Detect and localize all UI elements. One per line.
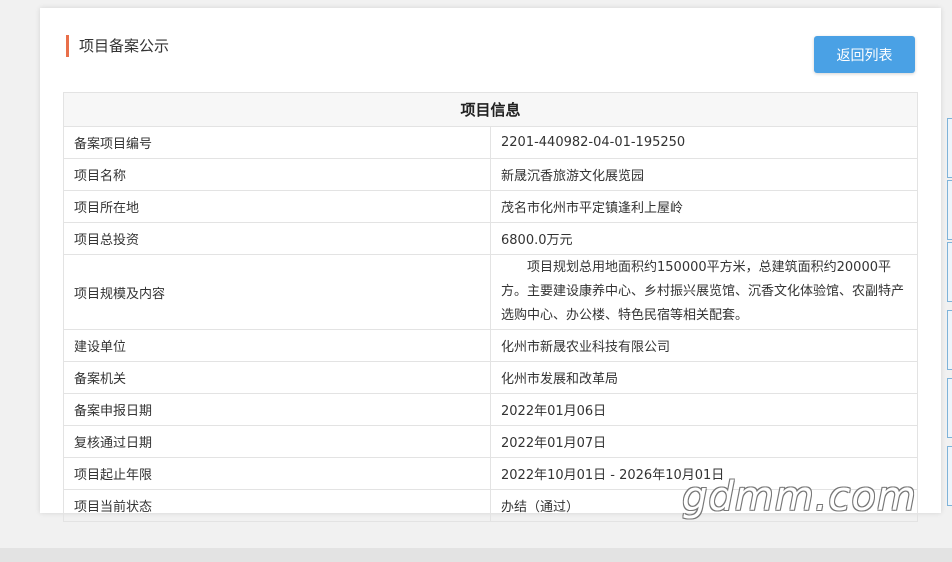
row-value-scope: 项目规划总用地面积约150000平方米，总建筑面积约20000平方。主要建设康养…	[490, 254, 918, 330]
row-value-location: 茂名市化州市平定镇逢利上屋岭	[490, 190, 918, 223]
table-row: 项目所在地 茂名市化州市平定镇逢利上屋岭	[63, 190, 918, 223]
row-label-apply-date: 备案申报日期	[63, 393, 491, 426]
table-row: 项目总投资 6800.0万元	[63, 222, 918, 255]
row-label-filing-number: 备案项目编号	[63, 126, 491, 159]
row-value-filing-number: 2201-440982-04-01-195250	[490, 126, 918, 159]
row-value-builder: 化州市新晟农业科技有限公司	[490, 329, 918, 362]
side-tab[interactable]	[947, 378, 952, 438]
row-label-scope: 项目规模及内容	[63, 254, 491, 330]
row-label-status: 项目当前状态	[63, 489, 491, 522]
row-label-location: 项目所在地	[63, 190, 491, 223]
row-value-project-name: 新晟沉香旅游文化展览园	[490, 158, 918, 191]
table-row: 备案项目编号 2201-440982-04-01-195250	[63, 126, 918, 159]
footer-bar	[0, 548, 952, 562]
back-to-list-button[interactable]: 返回列表	[814, 36, 915, 73]
row-label-project-name: 项目名称	[63, 158, 491, 191]
row-label-builder: 建设单位	[63, 329, 491, 362]
row-label-review-date: 复核通过日期	[63, 425, 491, 458]
row-label-investment: 项目总投资	[63, 222, 491, 255]
row-value-investment: 6800.0万元	[490, 222, 918, 255]
side-tab[interactable]	[947, 446, 952, 506]
row-value-authority: 化州市发展和改革局	[490, 361, 918, 394]
side-tab[interactable]	[947, 310, 952, 370]
project-info-table: 项目信息 备案项目编号 2201-440982-04-01-195250 项目名…	[63, 92, 918, 522]
side-tab[interactable]	[947, 118, 952, 178]
table-row: 备案申报日期 2022年01月06日	[63, 393, 918, 426]
row-value-review-date: 2022年01月07日	[490, 425, 918, 458]
table-caption: 项目信息	[63, 92, 918, 127]
side-tab[interactable]	[947, 180, 952, 240]
project-card: 项目备案公示 返回列表 项目信息 备案项目编号 2201-440982-04-0…	[40, 8, 941, 522]
row-label-period: 项目起止年限	[63, 457, 491, 490]
side-tab[interactable]	[947, 242, 952, 302]
row-value-apply-date: 2022年01月06日	[490, 393, 918, 426]
table-row: 备案机关 化州市发展和改革局	[63, 361, 918, 394]
row-label-authority: 备案机关	[63, 361, 491, 394]
page-title: 项目备案公示	[66, 35, 169, 57]
table-row: 项目规模及内容 项目规划总用地面积约150000平方米，总建筑面积约20000平…	[63, 254, 918, 330]
table-row: 项目名称 新晟沉香旅游文化展览园	[63, 158, 918, 191]
table-row: 复核通过日期 2022年01月07日	[63, 425, 918, 458]
table-caption-row: 项目信息	[63, 92, 918, 127]
table-row: 建设单位 化州市新晟农业科技有限公司	[63, 329, 918, 362]
watermark: gdmm.com	[682, 474, 917, 520]
